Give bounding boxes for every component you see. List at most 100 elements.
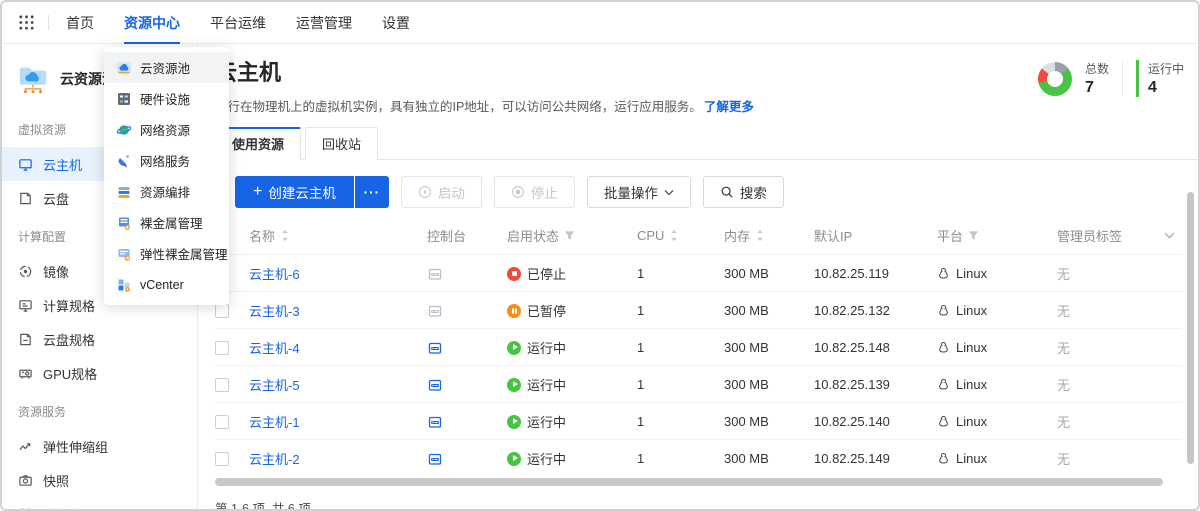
- sidebar-item-2-0[interactable]: 弹性伸缩组: [2, 429, 197, 463]
- image-icon: [18, 264, 33, 279]
- running-stat: 运行中 4: [1136, 60, 1184, 97]
- sidebar-item-1-2[interactable]: 云盘规格: [2, 322, 197, 356]
- vm-name-link[interactable]: 云主机-4: [249, 338, 300, 357]
- row-checkbox[interactable]: [215, 304, 229, 318]
- start-button[interactable]: 启动: [401, 176, 482, 208]
- sidebar-item-1-3[interactable]: GPU规格: [2, 356, 197, 390]
- stop-button[interactable]: 停止: [494, 176, 575, 208]
- memory-value: 300 MB: [724, 366, 814, 403]
- console-icon[interactable]: [427, 340, 443, 356]
- page-title: 云主机: [215, 58, 1182, 88]
- nav-item-4[interactable]: 设置: [382, 2, 410, 44]
- linux-icon: [937, 452, 950, 465]
- autoscale-icon: [18, 439, 33, 454]
- vm-name-link[interactable]: 云主机-5: [249, 375, 300, 394]
- search-button[interactable]: 搜索: [703, 176, 784, 208]
- ip-value: 10.82.25.148: [814, 329, 937, 366]
- table-row-5: 云主机-2运行中1300 MB10.82.25.149Linux无: [215, 439, 1182, 476]
- nav-divider: [48, 15, 49, 30]
- orchestration-icon: [116, 184, 132, 200]
- play-icon: [418, 185, 432, 199]
- linux-icon: [937, 267, 950, 280]
- app-grid-icon[interactable]: [18, 14, 35, 31]
- status-running-icon: [507, 452, 521, 466]
- page-header: 云主机 运行在物理机上的虚拟机实例，具有独立的IP地址，可以访问公共网络，运行应…: [199, 44, 1198, 115]
- console-icon[interactable]: [427, 451, 443, 467]
- vm-stats: 总数 7 运行中 4: [1038, 60, 1184, 97]
- menu-item-5[interactable]: 裸金属管理: [104, 207, 229, 238]
- horizontal-scrollbar[interactable]: [215, 478, 1163, 486]
- cpu-value: 1: [637, 255, 724, 292]
- learn-more-link[interactable]: 了解更多: [704, 100, 754, 114]
- menu-item-1[interactable]: 硬件设施: [104, 83, 229, 114]
- status-running-icon: [507, 415, 521, 429]
- nav-item-0[interactable]: 首页: [66, 2, 94, 44]
- menu-item-7[interactable]: vCenter: [104, 269, 229, 300]
- tag-value: 无: [1057, 440, 1164, 477]
- sidebar-section-label: 资源服务: [2, 390, 197, 429]
- plus-icon: +: [253, 184, 262, 200]
- filter-icon: [968, 230, 979, 241]
- status-paused-icon: [507, 304, 521, 318]
- tag-value: 无: [1057, 292, 1164, 329]
- menu-item-0[interactable]: 云资源池: [104, 52, 229, 83]
- create-vm-button[interactable]: + 创建云主机: [235, 176, 354, 208]
- nav-item-3[interactable]: 运营管理: [296, 2, 352, 44]
- console-icon[interactable]: [427, 414, 443, 430]
- table-header-row: 名称控制台启用状态CPU内存默认IP平台管理员标签: [215, 216, 1182, 254]
- console-icon[interactable]: [427, 377, 443, 393]
- column-settings[interactable]: [1164, 216, 1182, 254]
- row-checkbox[interactable]: [215, 415, 229, 429]
- vm-name-link[interactable]: 云主机-2: [249, 449, 300, 468]
- batch-actions-button[interactable]: 批量操作: [587, 176, 691, 208]
- status-label: 已停止: [527, 264, 566, 283]
- menu-item-2[interactable]: 网络资源: [104, 114, 229, 145]
- column-header-name[interactable]: 名称: [249, 216, 427, 254]
- cpu-value: 1: [637, 440, 724, 477]
- table-row-3: 云主机-5运行中1300 MB10.82.25.139Linux无: [215, 365, 1182, 402]
- menu-item-6[interactable]: 弹性裸金属管理: [104, 238, 229, 269]
- column-header-ip: 默认IP: [814, 216, 937, 254]
- console-icon[interactable]: [427, 266, 443, 282]
- top-nav: 首页资源中心平台运维运营管理设置: [2, 2, 1198, 44]
- tab-1[interactable]: 回收站: [305, 127, 378, 160]
- column-header-status[interactable]: 启用状态: [507, 216, 637, 254]
- stop-label: 停止: [531, 182, 558, 202]
- menu-item-label: 弹性裸金属管理: [140, 244, 228, 263]
- column-header-cpu[interactable]: CPU: [637, 216, 724, 254]
- tag-value: 无: [1057, 366, 1164, 403]
- status-running-icon: [507, 378, 521, 392]
- table-row-1: 云主机-3已暂停1300 MB10.82.25.132Linux无: [215, 291, 1182, 328]
- vm-name-link[interactable]: 云主机-3: [249, 301, 300, 320]
- column-label: 内存: [724, 226, 750, 245]
- cpu-value: 1: [637, 292, 724, 329]
- console-icon[interactable]: [427, 303, 443, 319]
- row-checkbox[interactable]: [215, 378, 229, 392]
- menu-item-label: 网络资源: [140, 120, 190, 139]
- row-checkbox[interactable]: [215, 452, 229, 466]
- vertical-scrollbar[interactable]: [1187, 192, 1194, 464]
- vm-name-link[interactable]: 云主机-1: [249, 412, 300, 431]
- nav-item-2[interactable]: 平台运维: [210, 2, 266, 44]
- menu-item-label: 资源编排: [140, 182, 190, 201]
- sidebar-item-2-1[interactable]: 快照: [2, 463, 197, 497]
- status-donut: [1038, 62, 1072, 96]
- description-text: 运行在物理机上的虚拟机实例，具有独立的IP地址，可以访问公共网络，运行应用服务。: [215, 100, 702, 114]
- nav-item-1[interactable]: 资源中心: [124, 2, 180, 44]
- more-actions-button[interactable]: ···: [355, 176, 389, 208]
- snapshot-icon: [18, 473, 33, 488]
- memory-value: 300 MB: [724, 292, 814, 329]
- affinity-icon: [18, 507, 33, 511]
- platform-label: Linux: [956, 451, 987, 466]
- column-header-memory[interactable]: 内存: [724, 216, 814, 254]
- total-stat: 总数 7: [1085, 60, 1109, 97]
- sidebar-item-2-2[interactable]: 亲和组: [2, 497, 197, 511]
- vm-name-link[interactable]: 云主机-6: [249, 264, 300, 283]
- menu-item-label: 裸金属管理: [140, 213, 203, 232]
- column-header-platform[interactable]: 平台: [937, 216, 1057, 254]
- menu-item-4[interactable]: 资源编排: [104, 176, 229, 207]
- vm-monitor-icon: [18, 157, 33, 172]
- menu-item-3[interactable]: 网络服务: [104, 145, 229, 176]
- memory-value: 300 MB: [724, 329, 814, 366]
- row-checkbox[interactable]: [215, 341, 229, 355]
